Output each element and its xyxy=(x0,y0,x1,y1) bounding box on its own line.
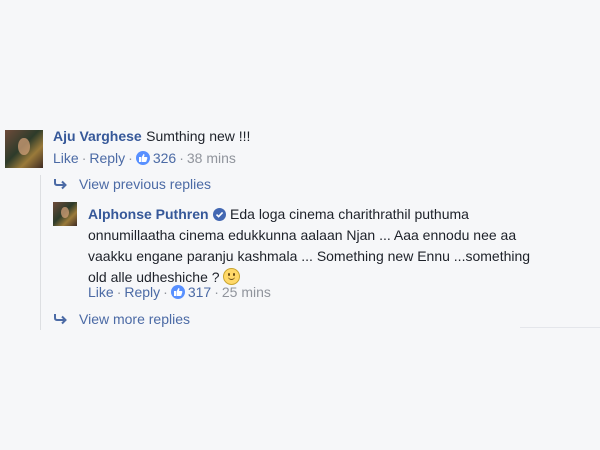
view-previous-replies-link[interactable]: View previous replies xyxy=(53,176,211,192)
view-more-replies-link[interactable]: View more replies xyxy=(53,311,190,327)
reply-reply-button[interactable]: Reply xyxy=(124,284,160,300)
divider xyxy=(520,327,600,328)
reply-avatar[interactable] xyxy=(53,202,77,226)
thumbs-up-icon xyxy=(135,151,150,165)
reaction-count[interactable]: 326 xyxy=(153,150,176,166)
comment-actions: Like · Reply · 326 · 38 mins xyxy=(53,150,236,166)
comment-text: Sumthing new !!! xyxy=(146,128,251,144)
reply-timestamp[interactable]: 25 mins xyxy=(222,284,271,300)
reply-arrow-icon xyxy=(54,179,67,190)
reply-alphonse-puthren: Alphonse Puthren Eda loga cinema charith… xyxy=(0,198,600,308)
view-more-replies-label: View more replies xyxy=(79,311,191,327)
verified-badge-icon xyxy=(212,208,226,221)
reply-like-button[interactable]: Like xyxy=(88,284,114,300)
reply-text-line-3: vaakku engane paranju kashmala ... Somet… xyxy=(88,248,531,264)
reply-text-line-4: old alle udheshiche ? xyxy=(88,269,220,285)
reply-text-line-1: Eda loga cinema charithrathil puthuma xyxy=(230,206,469,222)
reply-button[interactable]: Reply xyxy=(89,150,125,166)
like-button[interactable]: Like xyxy=(53,150,79,166)
reply-text-line-2: onnumillaatha cinema edukkunna aalaan Nj… xyxy=(88,227,517,243)
reply-reaction-count[interactable]: 317 xyxy=(188,284,211,300)
smile-emoji-icon xyxy=(222,268,240,285)
reply-author-name[interactable]: Alphonse Puthren xyxy=(88,206,209,222)
reply-actions: Like · Reply · 317 · 25 mins xyxy=(88,284,271,300)
view-previous-replies-label: View previous replies xyxy=(79,176,212,192)
avatar[interactable] xyxy=(5,130,43,168)
reply-arrow-icon xyxy=(54,314,67,325)
comment-timestamp[interactable]: 38 mins xyxy=(187,150,236,166)
comment-aju-varghese: Aju Varghese Sumthing new !!! Like · Reply… xyxy=(0,125,600,170)
comment-author-name[interactable]: Aju Varghese xyxy=(53,128,142,144)
reply-thumbs-up-icon xyxy=(170,285,185,299)
